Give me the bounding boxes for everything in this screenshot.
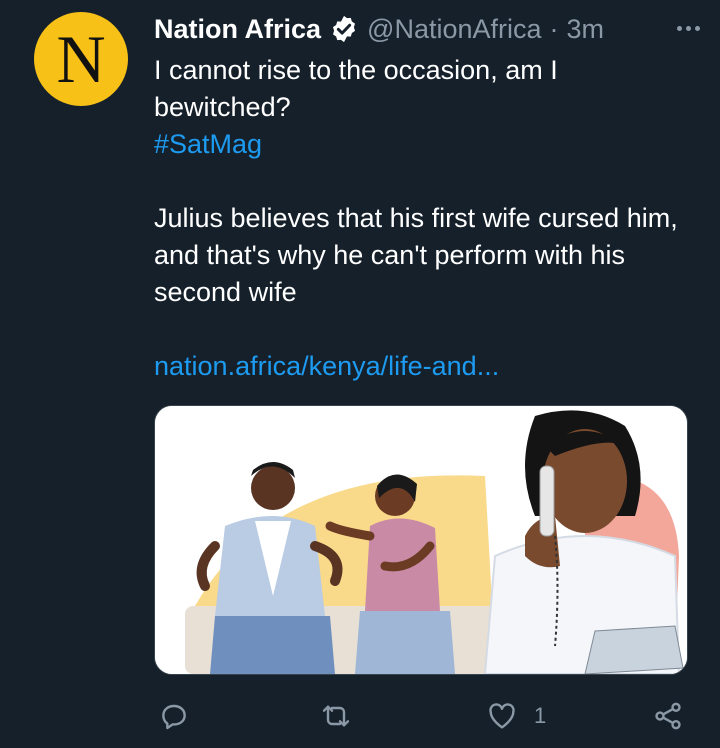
retweet-button[interactable] [320,688,352,744]
tweet-text-line: bewitched? [154,92,291,122]
tweet-text: I cannot rise to the occasion, am I bewi… [154,52,694,385]
illustration [155,406,687,674]
avatar-letter: N [56,21,106,97]
tweet-body-line: Julius believes that his first wife curs… [154,203,678,233]
action-bar: 1 [0,688,720,744]
article-link[interactable]: nation.africa/kenya/life-and... [154,348,694,385]
reply-button[interactable] [158,688,190,744]
tweet-header: Nation Africa @NationAfrica · 3m [154,12,696,46]
tweet-body-line: and that's why he can't perform with his [154,240,626,270]
avatar[interactable]: N [34,12,128,106]
tweet-image[interactable] [154,405,688,675]
like-count: 1 [534,703,547,728]
like-icon [489,703,515,729]
tweet-text-line: I cannot rise to the occasion, am I [154,55,558,85]
separator-dot: · [549,13,559,44]
more-icon[interactable] [670,10,706,46]
tweet-body-line: second wife [154,277,297,307]
verified-badge-icon [333,15,356,43]
share-button[interactable] [652,688,684,744]
share-icon [655,702,681,730]
reply-icon [162,704,186,730]
hashtag-link[interactable]: #SatMag [154,126,694,163]
author-name[interactable]: Nation Africa [154,14,321,45]
tweet-time[interactable]: 3m [567,14,605,45]
author-handle[interactable]: @NationAfrica [367,14,541,45]
like-button[interactable]: 1 [486,688,546,744]
retweet-icon [322,705,350,727]
